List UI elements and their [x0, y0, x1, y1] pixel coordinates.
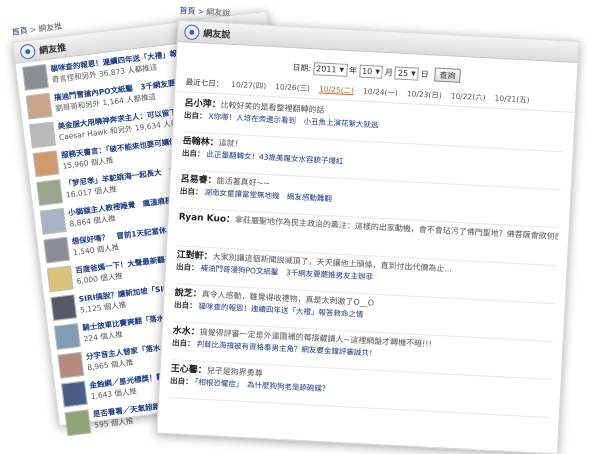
breadcrumb-home-link[interactable]: 首頁	[11, 26, 28, 37]
source-label: 出自：	[169, 376, 193, 387]
year-select[interactable]: 2011 ▼	[312, 61, 348, 77]
recent-day-link[interactable]: 10/27(四)	[231, 79, 266, 92]
source-label: 出自：	[171, 338, 195, 349]
recent-day-link[interactable]: 10/21(五)	[494, 93, 529, 106]
commenter-name[interactable]: 說芝：	[174, 288, 202, 299]
breadcrumb-home-link[interactable]: 首頁	[179, 6, 195, 16]
year-unit: 年	[348, 65, 358, 75]
recent-label: 最近七日：	[185, 77, 224, 89]
commenter-name[interactable]: 江對軒：	[176, 250, 212, 262]
comments-panel: 首頁 > 網友說 網友說 日期: 2011 ▼ 年 10 ▼ 月 25 ▼ 日 查詢 最近…	[156, 6, 580, 454]
date-label: 日期:	[292, 62, 312, 73]
site-logo-icon	[19, 42, 37, 60]
article-thumbnail[interactable]	[43, 236, 71, 264]
article-thumbnail[interactable]	[46, 265, 74, 293]
breadcrumb: 首頁>網友推	[11, 21, 63, 38]
commenter-name[interactable]: 水水：	[172, 326, 200, 337]
query-button[interactable]: 查詢	[434, 67, 461, 83]
article-thumbnail[interactable]	[60, 380, 88, 408]
recent-day-link[interactable]: 10/24(一)	[363, 86, 398, 99]
article-thumbnail[interactable]	[53, 323, 81, 350]
comment-list: 呂小萍：比較好笑的是看整裡翻轉的話 出自： X你哪！人培在旁邊示看到 小丑魚上演花絮…	[159, 92, 575, 421]
month-value: 10	[361, 66, 373, 76]
panel-title: 網友推	[38, 42, 67, 57]
comment-text: 能活著真好~~	[216, 176, 271, 189]
commenter-name[interactable]: 呂小萍：	[184, 98, 220, 110]
commenter-name[interactable]: Ryan Kuo：	[178, 212, 235, 225]
recent-day-link[interactable]: 10/23(日)	[407, 88, 442, 101]
month-unit: 月	[384, 67, 394, 77]
chevron-down-icon: ▼	[410, 69, 416, 78]
article-thumbnail[interactable]	[22, 64, 49, 91]
comment-text: 這就！	[218, 138, 243, 149]
commenter-name[interactable]: 岳翰林：	[182, 136, 218, 148]
panel-title: 網友說	[203, 28, 231, 41]
recent-day-link[interactable]: 10/25(二)	[319, 83, 354, 96]
commenter-name[interactable]: 呂易睿：	[180, 174, 216, 186]
commenter-name[interactable]: 王心馨：	[170, 364, 206, 376]
article-thumbnail[interactable]	[29, 121, 56, 149]
breadcrumb-separator: >	[29, 24, 37, 35]
article-thumbnail[interactable]	[39, 207, 67, 235]
year-value: 2011	[315, 63, 337, 74]
chevron-down-icon: ▼	[339, 66, 345, 74]
article-thumbnail[interactable]	[57, 351, 85, 379]
day-select[interactable]: 25 ▼	[394, 65, 420, 81]
article-thumbnail[interactable]	[50, 294, 78, 322]
source-label: 出自：	[173, 300, 197, 311]
month-select[interactable]: 10 ▼	[358, 64, 384, 79]
comment-text: 兒子是狗界勇尊	[206, 365, 263, 378]
breadcrumb: 首頁 > 網友說	[179, 5, 230, 19]
article-thumbnail[interactable]	[32, 150, 60, 178]
article-thumbnail[interactable]	[36, 179, 63, 206]
recent-day-link[interactable]: 10/22(六)	[450, 90, 486, 103]
source-label: 出自：	[179, 186, 203, 197]
recent-day-link[interactable]: 10/26(三)	[275, 81, 310, 94]
source-label: 出自：	[181, 148, 205, 159]
day-value: 25	[397, 68, 409, 78]
site-logo-icon	[184, 23, 200, 40]
day-unit: 日	[420, 69, 429, 79]
source-label: 出自：	[183, 110, 207, 121]
breadcrumb-current: 網友說	[205, 7, 231, 18]
chevron-down-icon: ▼	[375, 67, 381, 76]
breadcrumb-current: 網友推	[37, 21, 63, 34]
article-thumbnail[interactable]	[64, 409, 92, 437]
source-label: 出自：	[175, 262, 199, 273]
breadcrumb-separator: >	[197, 7, 205, 17]
article-thumbnail[interactable]	[25, 92, 53, 120]
